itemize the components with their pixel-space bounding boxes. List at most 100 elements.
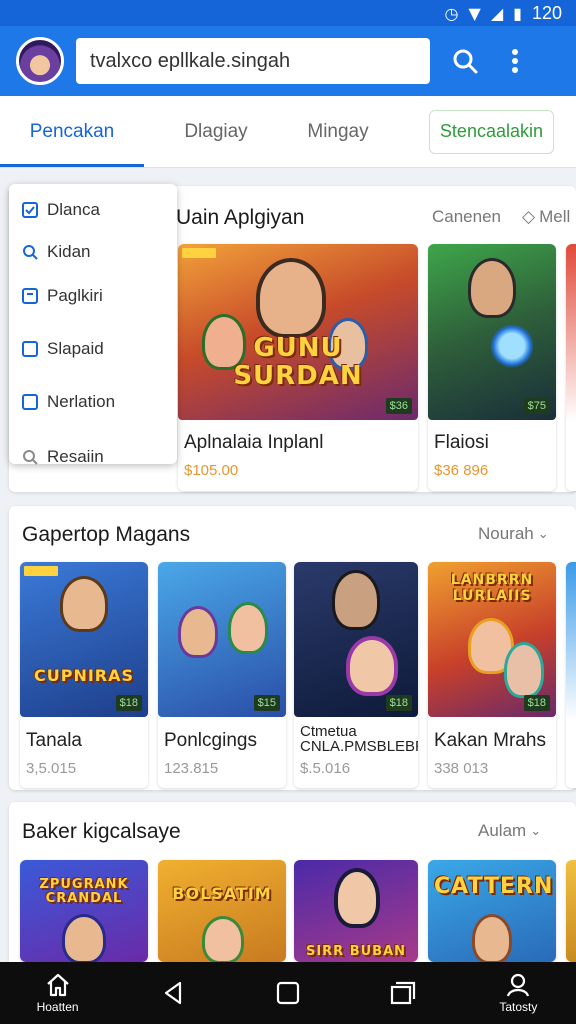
game-thumbnail: $75 <box>428 244 556 420</box>
game-thumbnail: BOLSATIM <box>158 860 286 962</box>
game-logo: LANBRRN LURLAIIS <box>450 572 534 604</box>
square-icon <box>276 981 300 1005</box>
menu-item-label: Slapaid <box>47 339 104 358</box>
menu-item-label: Resaiin <box>47 447 104 466</box>
wifi-icon: ▼ <box>468 3 481 23</box>
search-icon[interactable] <box>440 36 490 86</box>
price-badge: $18 <box>115 695 142 711</box>
character-figure <box>332 570 380 630</box>
game-title: Kakan Mrahs <box>434 730 546 751</box>
game-tile-partial[interactable] <box>566 860 576 962</box>
square-minus-icon <box>21 287 39 305</box>
game-logo: GUNU SURDAN <box>233 333 363 391</box>
game-tile[interactable]: BOLSATIM <box>158 860 286 962</box>
price-badge: $36 <box>385 398 412 414</box>
recents-icon <box>391 981 416 1005</box>
game-logo: BOLSATIM <box>172 884 272 903</box>
tab-stencaalakin[interactable]: Stencaalakin <box>428 109 554 154</box>
game-tile[interactable]: SIRR BUBAN <box>294 860 418 962</box>
section-link[interactable]: Aulam ⌄ <box>478 821 541 841</box>
game-title: Tanala <box>26 730 82 751</box>
game-price: $36 896 <box>434 462 489 479</box>
tab-bar: Pencakan Dlagiay Mingay Stencaalakin <box>0 96 576 168</box>
game-title: Ctmetua CNLA.PMSBLEBRO <box>300 723 418 755</box>
character-figure <box>62 914 106 962</box>
more-vert-icon[interactable] <box>490 36 540 86</box>
signal-icon: ◢ <box>490 3 504 23</box>
game-downloads: 3,5.015 <box>26 760 77 777</box>
game-tile[interactable]: GUNU SURDAN $36 Aplnalaia Inplanl $105.0… <box>178 244 418 491</box>
filter-icon: ◇ <box>522 207 536 226</box>
status-bar: ◷ ▼ ◢ ▮ 120 <box>0 0 576 26</box>
game-tile[interactable]: LANBRRN LURLAIIS $18 Kakan Mrahs 338 013 <box>428 562 556 788</box>
character-figure <box>346 636 398 696</box>
tab-dlagiay[interactable]: Dlagiay <box>144 96 288 167</box>
back-button[interactable] <box>133 980 213 1006</box>
character-figure <box>228 602 268 654</box>
character-figure <box>334 868 380 928</box>
menu-item-nerlation[interactable]: Nerlation <box>21 392 115 412</box>
character-figure <box>256 258 326 338</box>
game-downloads: 123.815 <box>164 760 219 777</box>
menu-item-resaiin[interactable]: Resaiin <box>21 447 104 467</box>
home-icon <box>46 973 69 996</box>
game-tile[interactable]: ZPUGRANK CRANDAL <box>20 860 148 962</box>
price-badge: $15 <box>253 695 280 711</box>
game-tag <box>24 566 58 576</box>
game-thumbnail: CATTERN <box>428 860 556 962</box>
checkbox-icon <box>21 340 39 358</box>
app-bar <box>0 26 576 96</box>
character-figure <box>202 916 244 962</box>
game-title: Aplnalaia Inplanl <box>184 432 324 453</box>
person-icon <box>507 973 530 996</box>
home-square-button[interactable] <box>248 981 328 1005</box>
price-badge: $18 <box>385 695 412 711</box>
game-tile-partial[interactable] <box>566 562 576 788</box>
chevron-down-icon: ⌄ <box>530 823 542 839</box>
home-label: Hoatten <box>36 999 79 1014</box>
character-figure <box>178 606 218 658</box>
section-link-more[interactable]: ◇ Mell <box>522 207 570 227</box>
checkbox-icon <box>21 393 39 411</box>
game-downloads: 338 013 <box>434 760 489 777</box>
game-tile[interactable]: CATTERN <box>428 860 556 962</box>
menu-item-label: Nerlation <box>47 392 116 411</box>
game-thumbnail: CUPNIRAS $18 <box>20 562 148 717</box>
menu-item-kidan[interactable]: Kidan <box>21 242 90 262</box>
home-button[interactable]: Hoatten <box>18 973 98 1014</box>
game-thumbnail: SIRR BUBAN <box>294 860 418 962</box>
back-triangle-icon <box>164 981 181 1005</box>
game-tile-partial[interactable] <box>566 244 576 491</box>
game-tile[interactable]: CUPNIRAS $18 Tanala 3,5.015 <box>20 562 148 788</box>
game-tile[interactable]: $75 Flaiosi $36 896 <box>428 244 556 491</box>
section-link[interactable]: Nourah ⌄ <box>478 524 549 544</box>
game-tile[interactable]: $18 Ctmetua CNLA.PMSBLEBRO $.5.016 <box>294 562 418 788</box>
navigation-bar: Hoatten Tatosty <box>0 962 576 1024</box>
menu-item-dlanca[interactable]: Dlanca <box>21 200 100 220</box>
tab-pencakan[interactable]: Pencakan <box>0 96 144 167</box>
game-thumbnail: GUNU SURDAN $36 <box>178 244 418 420</box>
game-title: Ponlcgings <box>164 730 257 751</box>
menu-item-label: Dlanca <box>47 200 100 219</box>
game-thumbnail: $18 <box>294 562 418 717</box>
search-input[interactable] <box>76 38 430 84</box>
dropdown-menu: Dlanca Kidan Paglkiri Slapaid Nerlation … <box>9 184 177 467</box>
game-thumbnail: ZPUGRANK CRANDAL <box>20 860 148 962</box>
avatar[interactable] <box>16 37 64 85</box>
section-title: Uain Aplgiyan <box>176 206 305 229</box>
menu-item-paglkiri[interactable]: Paglkiri <box>21 286 103 306</box>
game-tile[interactable]: $15 Ponlcgings 123.815 <box>158 562 286 788</box>
tab-mingay[interactable]: Mingay <box>288 96 388 167</box>
menu-item-slapaid[interactable]: Slapaid <box>21 339 104 359</box>
game-logo: CATTERN <box>434 874 554 899</box>
section-link[interactable]: Canenen <box>432 207 501 227</box>
account-button[interactable]: Tatosty <box>478 973 558 1014</box>
section-title: Gapertop Magans <box>22 523 191 546</box>
search-icon <box>21 243 39 261</box>
alarm-icon: ◷ <box>444 3 459 23</box>
recents-button[interactable] <box>363 981 443 1005</box>
game-logo: SIRR BUBAN <box>305 944 407 959</box>
game-thumbnail: $15 <box>158 562 286 717</box>
game-thumbnail: LANBRRN LURLAIIS $18 <box>428 562 556 717</box>
game-title: Flaiosi <box>434 432 489 453</box>
